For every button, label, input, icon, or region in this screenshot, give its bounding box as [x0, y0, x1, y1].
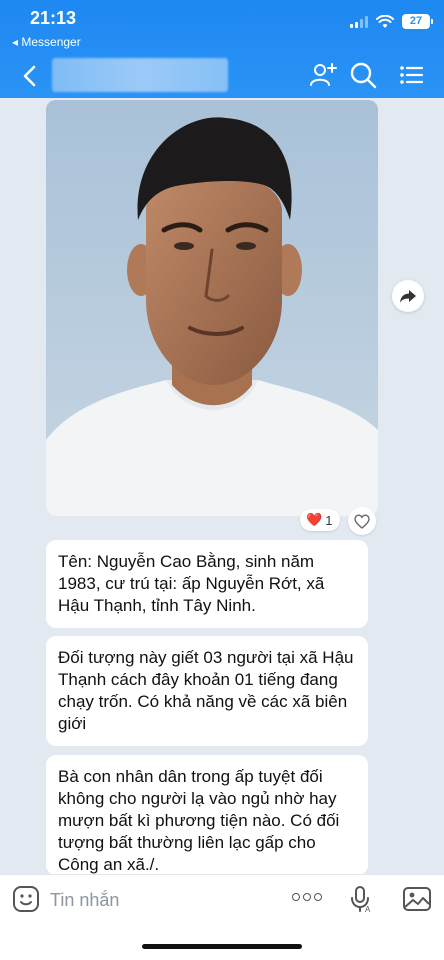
battery-icon: 27 — [402, 14, 433, 29]
signal-icon — [350, 15, 368, 28]
list-menu-icon[interactable] — [396, 60, 426, 90]
reaction-badge[interactable]: ❤️ 1 — [300, 509, 341, 531]
message-bubble[interactable]: Đối tượng này giết 03 người tại xã Hậu T… — [46, 636, 368, 746]
portrait-image — [46, 100, 378, 516]
search-icon[interactable] — [348, 60, 378, 90]
chat-header: 21:13 ◂ Messenger 27 — [0, 0, 444, 98]
message-input[interactable] — [50, 887, 270, 913]
share-icon — [400, 290, 416, 303]
chevron-left-icon[interactable] — [14, 60, 46, 92]
back-to-app-link[interactable]: ◂ Messenger — [12, 35, 81, 49]
heart-reaction-icon: ❤️ — [306, 512, 323, 527]
more-icon[interactable] — [292, 893, 322, 901]
emoji-icon[interactable] — [12, 885, 40, 913]
contact-name-redacted[interactable] — [52, 58, 228, 92]
mic-icon[interactable]: A — [348, 885, 374, 913]
add-user-icon[interactable] — [308, 60, 338, 90]
react-button[interactable] — [348, 507, 376, 535]
image-icon[interactable] — [402, 885, 432, 913]
status-indicators: 27 — [350, 14, 433, 29]
wifi-icon — [376, 14, 394, 28]
reaction-count: 1 — [325, 512, 333, 528]
share-button[interactable] — [392, 280, 424, 312]
photo-message[interactable] — [46, 100, 378, 516]
message-bubble[interactable]: Tên: Nguyễn Cao Bằng, sinh năm 1983, cư … — [46, 540, 368, 628]
heart-icon — [354, 513, 370, 529]
status-time: 21:13 — [30, 8, 77, 28]
svg-text:A: A — [365, 905, 371, 913]
home-indicator — [142, 944, 302, 949]
message-bubble[interactable]: Bà con nhân dân trong ấp tuyệt đối không… — [46, 755, 368, 875]
